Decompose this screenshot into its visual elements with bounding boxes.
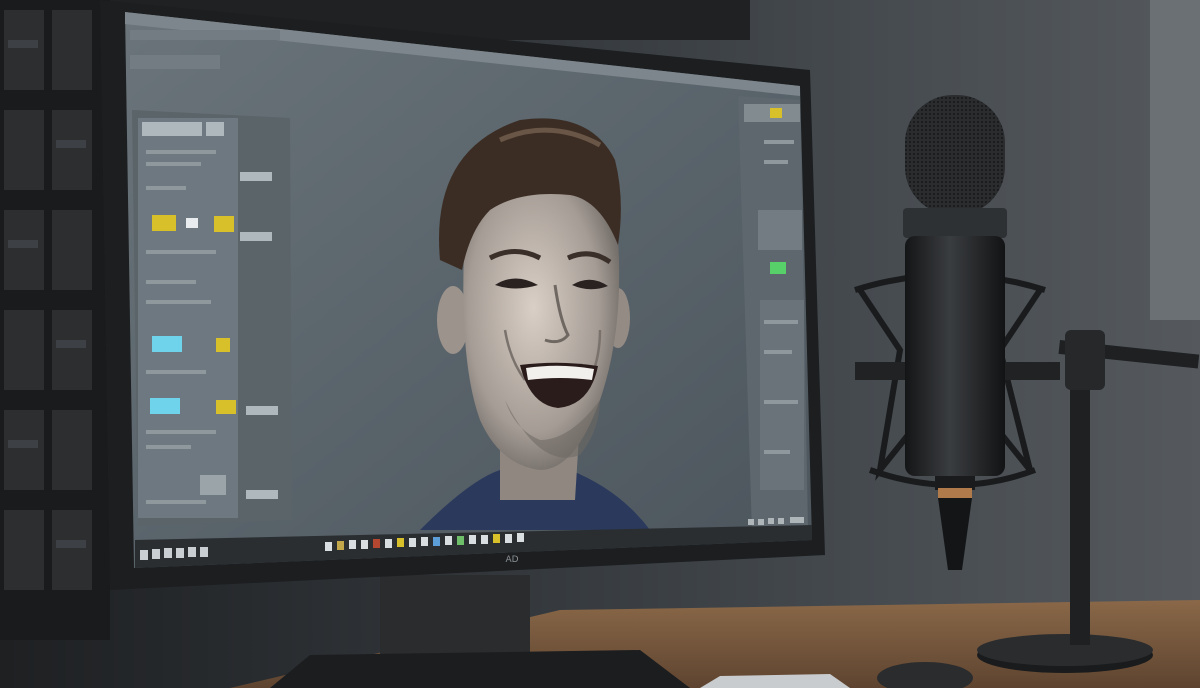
taskbar-app-icon[interactable] [409,538,416,547]
panel-button[interactable] [246,406,278,415]
tool-icon[interactable] [200,475,226,495]
tray-clock [790,517,804,523]
taskbar-app-icon[interactable] [337,541,344,550]
panel-tab[interactable] [206,122,224,136]
taskbar-app-icon[interactable] [433,537,440,546]
mic-grille [905,95,1005,215]
mic-body [905,236,1005,476]
taskbar-app-icon[interactable] [373,539,380,548]
yellow-icon[interactable] [216,338,230,352]
tray-icon[interactable] [748,519,754,525]
taskbar-icon[interactable] [140,550,148,560]
tray-icon[interactable] [778,518,784,524]
cyan-button[interactable] [150,398,180,414]
taskbar-app-icon[interactable] [493,534,500,543]
yellow-icon[interactable] [216,400,236,414]
keyboard [700,674,850,688]
mic-connector-ring [938,488,972,498]
taskbar-app-icon[interactable] [517,533,524,542]
taskbar-app-icon[interactable] [349,540,356,549]
taskbar-app-icon[interactable] [505,534,512,543]
tray-icon[interactable] [758,519,764,525]
taskbar-app-icon[interactable] [421,537,428,546]
yellow-swatch[interactable] [152,215,176,231]
taskbar-icon[interactable] [188,547,196,557]
taskbar-icon[interactable] [164,548,172,558]
panel-button[interactable] [240,232,272,241]
window-light [1150,0,1200,320]
panel-button[interactable] [240,172,272,181]
taskbar-icon[interactable] [152,549,160,559]
teeth [526,365,594,380]
taskbar-app-icon[interactable] [385,539,392,548]
taskbar-app-icon[interactable] [445,536,452,545]
panel-tab[interactable] [142,122,202,136]
left-tool-panel [132,110,292,526]
monitor-brand-logo: AD [505,555,518,565]
photo-scene: AD [0,0,1200,688]
taskbar-app-icon[interactable] [469,535,476,544]
taskbar-icon[interactable] [200,547,208,557]
tray-icon[interactable] [768,518,774,524]
taskbar-app-icon[interactable] [325,542,332,551]
yellow-swatch[interactable] [214,216,234,232]
green-indicator [770,262,786,274]
yellow-icon[interactable] [770,108,782,118]
taskbar-app-icon[interactable] [361,540,368,549]
taskbar-app-icon[interactable] [481,535,488,544]
taskbar-app-icon[interactable] [457,536,464,545]
taskbar-icon[interactable] [176,548,184,558]
white-swatch[interactable] [186,218,198,228]
cyan-button[interactable] [152,336,182,352]
panel-button[interactable] [246,490,278,499]
taskbar-app-icon[interactable] [397,538,404,547]
